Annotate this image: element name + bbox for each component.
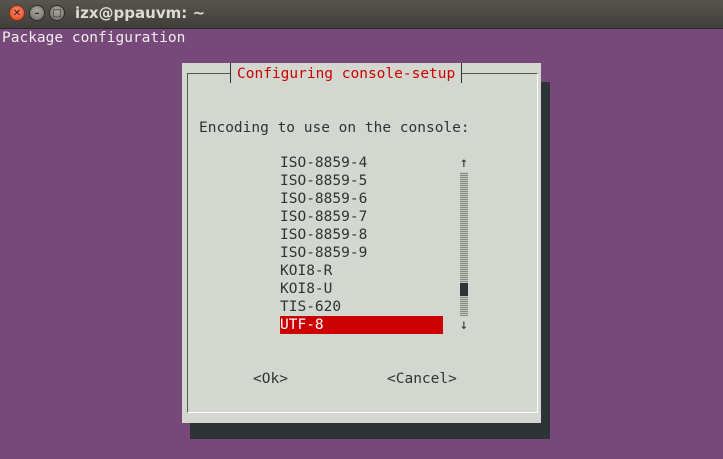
list-item[interactable]: KOI8-U [280,280,443,298]
scroll-up-icon[interactable]: ↑ [459,154,469,172]
window-title: izx@ppauvm: ~ [75,4,206,22]
dialog-title: Configuring console-setup [237,66,456,82]
configuration-dialog: Configuring console-setup Encoding to us… [182,63,541,423]
maximize-icon[interactable]: □ [49,5,65,21]
list-item[interactable]: ISO-8859-4 [280,154,443,172]
dialog-buttons: <Ok> <Cancel> [182,370,541,388]
ok-button[interactable]: <Ok> [253,370,288,388]
encoding-list[interactable]: ISO-8859-4 ISO-8859-5 ISO-8859-6 ISO-8859-7… [280,154,443,334]
list-item[interactable]: ISO-8859-7 [280,208,443,226]
dialog-prompt: Encoding to use on the console: [199,120,470,136]
minimize-icon[interactable]: – [29,5,45,21]
list-item[interactable]: ISO-8859-8 [280,226,443,244]
close-icon[interactable]: ✕ [9,5,25,21]
scrollbar-thumb[interactable] [460,283,468,296]
scroll-down-icon[interactable]: ↓ [459,316,469,334]
list-item[interactable]: ISO-8859-9 [280,244,443,262]
list-item[interactable]: KOI8-R [280,262,443,280]
cancel-button[interactable]: <Cancel> [387,370,457,388]
list-item[interactable]: UTF-8 [280,316,443,334]
list-item[interactable]: ISO-8859-5 [280,172,443,190]
list-scrollbar[interactable]: ↑ ↓ [459,154,469,334]
terminal-header-line: Package configuration [2,30,186,46]
list-item[interactable]: TIS-620 [280,298,443,316]
list-item[interactable]: ISO-8859-6 [280,190,443,208]
window-titlebar: ✕ – □ izx@ppauvm: ~ [0,0,723,29]
dialog-title-box: Configuring console-setup [230,63,463,83]
